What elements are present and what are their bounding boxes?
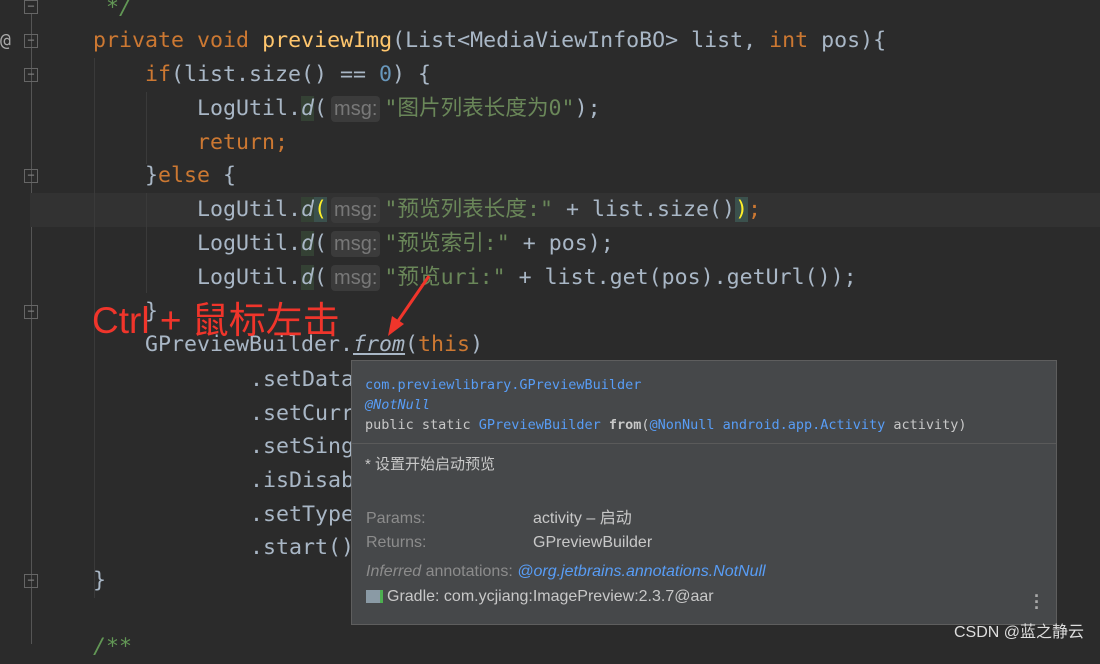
override-marker-icon[interactable]: @ [0, 30, 11, 51]
watermark: CSDN @蓝之静云 [953, 624, 1084, 641]
inferred-annotation-link[interactable]: @org.jetbrains.annotations.NotNull [517, 563, 765, 580]
doc-returns: Returns: GPreviewBuilder [366, 534, 653, 551]
code-line[interactable]: LogUtil.d(msg: "预览索引:" + pos); [197, 227, 614, 261]
code-line[interactable]: */ [93, 0, 132, 25]
quick-documentation-popup: com.previewlibrary.GPreviewBuilder @NotN… [351, 360, 1057, 625]
code-line[interactable]: }else { [145, 159, 236, 193]
parameter-hint: msg: [331, 231, 381, 257]
more-options-icon[interactable]: · · · [1034, 587, 1040, 617]
code-line[interactable]: .setData [250, 363, 354, 397]
indent-guide [146, 92, 147, 164]
code-line[interactable]: .start() [250, 531, 354, 565]
indent-guide [146, 193, 147, 293]
doc-signature: com.previewlibrary.GPreviewBuilder @NotN… [352, 361, 1056, 444]
code-line[interactable]: .setType [250, 498, 354, 532]
annotation-arrow-icon [388, 275, 431, 336]
code-line[interactable]: } [93, 564, 106, 598]
qualified-class-link[interactable]: com.previewlibrary.GPreviewBuilder [365, 375, 1043, 395]
parameter-hint: msg: [331, 197, 381, 223]
code-line[interactable]: .setCurr [250, 397, 354, 431]
doc-inferred: Inferred annotations: @org.jetbrains.ann… [366, 563, 766, 580]
fold-icon[interactable]: − [24, 574, 38, 588]
fold-guide [31, 14, 32, 644]
code-line-current[interactable]: LogUtil.d(msg: "预览列表长度:" + list.size()); [197, 193, 761, 227]
fold-icon[interactable]: − [24, 169, 38, 183]
fold-icon[interactable]: − [24, 0, 38, 14]
code-line[interactable]: LogUtil.d(msg: "图片列表长度为0"); [197, 92, 601, 126]
editor-gutter: @ − − − − − − [0, 0, 60, 652]
fold-icon[interactable]: − [24, 34, 38, 48]
parameter-hint: msg: [331, 96, 381, 122]
code-line[interactable]: /** [93, 630, 132, 664]
library-icon [366, 590, 383, 603]
notnull-annotation[interactable]: @NotNull [365, 395, 1043, 415]
annotation-label: Ctrl + 鼠标左击 [92, 300, 340, 341]
doc-params: Params: activity – 启动 [366, 510, 632, 527]
doc-gradle: Gradle: com.ycjiang:ImagePreview:2.3.7@a… [366, 588, 714, 606]
code-line[interactable]: .isDisab [250, 464, 354, 498]
fold-icon[interactable]: − [24, 68, 38, 82]
parameter-hint: msg: [331, 265, 381, 291]
fold-icon[interactable]: − [24, 305, 38, 319]
code-line[interactable]: if(list.size() == 0) { [145, 58, 431, 92]
code-line[interactable]: return; [197, 126, 288, 160]
code-line[interactable]: private void previewImg(List<MediaViewIn… [93, 24, 886, 58]
doc-description: * 设置开始启动预览 [365, 456, 496, 473]
code-line[interactable]: .setSing [250, 430, 354, 464]
